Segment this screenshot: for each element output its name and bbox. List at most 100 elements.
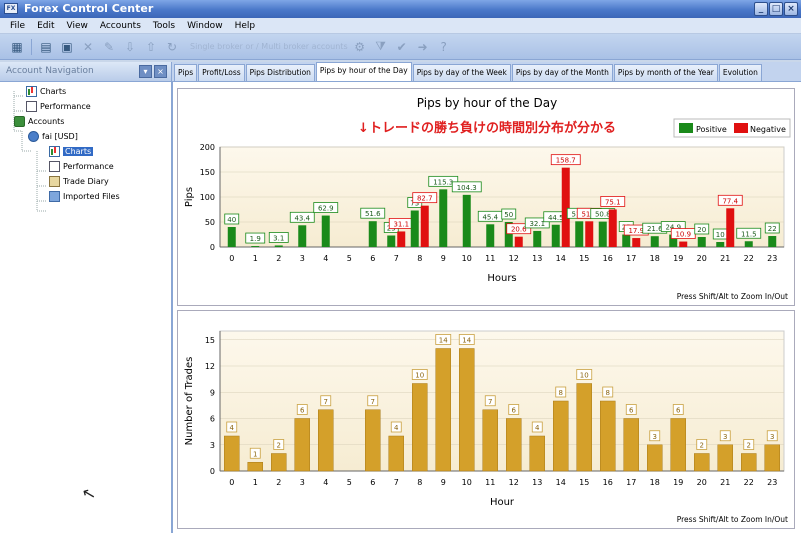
data-label: 4 (535, 424, 540, 432)
data-label: 2 (747, 442, 751, 450)
bar-trades (388, 435, 404, 472)
print-icon[interactable]: ▣ (58, 38, 76, 56)
data-label: 7 (324, 398, 328, 406)
tree-item-charts[interactable]: Charts (26, 84, 66, 98)
bar-trades (553, 400, 569, 472)
menu-view[interactable]: View (61, 21, 94, 31)
data-label-negative: 20.6 (511, 226, 527, 234)
bar-trades (529, 435, 545, 472)
x-tick-label: 11 (485, 478, 495, 487)
x-tick-label: 7 (394, 478, 399, 487)
bar-positive (551, 224, 560, 247)
pips-by-hour-chart[interactable]: Pips by hour of the Day ↓トレードの勝ち負けの時間別分布が… (177, 88, 795, 306)
sidebar-header: Account Navigation ▾ × (0, 62, 171, 82)
bar-trades (717, 444, 733, 472)
close-panel-icon[interactable]: × (154, 65, 167, 78)
tree-item-account-performance[interactable]: Performance (49, 159, 114, 173)
menu-window[interactable]: Window (181, 21, 229, 31)
bar-trades (294, 418, 310, 472)
legend-negative-swatch (734, 123, 748, 133)
arrow-icon[interactable]: ➜ (414, 38, 432, 56)
data-label: 6 (300, 407, 305, 415)
tab-pips-by-hour[interactable]: Pips by hour of the Day (315, 62, 412, 81)
maximize-button[interactable]: □ (769, 2, 783, 16)
tab-evolution[interactable]: Evolution (718, 64, 762, 81)
y-tick-label: 6 (210, 415, 215, 424)
bar-trades (247, 462, 263, 472)
tree-item-account-charts[interactable]: Charts (49, 144, 94, 158)
tree-item-accounts[interactable]: Accounts (14, 114, 64, 128)
tab-pips-by-day-of-week[interactable]: Pips by day of the Week (412, 64, 511, 81)
data-label-positive: 115.3 (433, 178, 453, 186)
title-bar: FX Forex Control Center _ □ × (0, 0, 801, 18)
menu-bar: File Edit View Accounts Tools Window Hel… (0, 18, 801, 34)
document-icon (49, 160, 60, 172)
bar-trades (482, 409, 498, 472)
files-icon (49, 190, 60, 202)
close-button[interactable]: × (784, 2, 798, 16)
pin-icon[interactable]: ▾ (139, 65, 152, 78)
x-tick-label: 7 (394, 254, 399, 263)
x-tick-label: 18 (650, 478, 660, 487)
bar-trades (670, 418, 686, 472)
x-tick-label: 19 (673, 254, 683, 263)
menu-accounts[interactable]: Accounts (94, 21, 147, 31)
tree-item-account-fai[interactable]: fai [USD] (28, 129, 78, 143)
x-tick-label: 14 (556, 254, 566, 263)
bar-negative (608, 209, 617, 247)
y-tick-label: 12 (205, 362, 215, 371)
refresh-icon[interactable]: ↻ (163, 38, 181, 56)
data-label-positive: 104.3 (457, 184, 477, 192)
bar-trades (576, 383, 592, 472)
data-label: 8 (559, 389, 563, 397)
help-icon[interactable]: ? (435, 38, 453, 56)
bar-positive (368, 221, 377, 247)
data-label: 14 (439, 337, 448, 345)
menu-tools[interactable]: Tools (147, 21, 181, 31)
x-tick-label: 13 (532, 478, 542, 487)
tab-pips-distribution[interactable]: Pips Distribution (245, 64, 315, 81)
import-icon[interactable]: ⇩ (121, 38, 139, 56)
menu-help[interactable]: Help (229, 21, 262, 31)
x-tick-label: 20 (697, 254, 707, 263)
account-icon (28, 130, 39, 142)
tab-pips-by-month-of-year[interactable]: Pips by month of the Year (613, 64, 718, 81)
bar-trades (506, 418, 522, 472)
minimize-button[interactable]: _ (754, 2, 768, 16)
delete-icon[interactable]: ✕ (79, 38, 97, 56)
x-tick-label: 20 (697, 478, 707, 487)
settings-icon[interactable]: ⚙ (351, 38, 369, 56)
y-tick-label: 0 (210, 243, 215, 252)
grid-icon[interactable]: ▤ (37, 38, 55, 56)
layout-icon[interactable]: ▦ (8, 38, 26, 56)
tree-item-trade-diary[interactable]: Trade Diary (49, 174, 109, 188)
data-label-positive: 3.1 (273, 234, 284, 242)
menu-file[interactable]: File (4, 21, 31, 31)
export-icon[interactable]: ⇧ (142, 38, 160, 56)
check-icon[interactable]: ✔ (393, 38, 411, 56)
data-label-negative: 31.1 (393, 220, 409, 228)
bar-positive (598, 221, 607, 247)
tab-pips-by-day-of-month[interactable]: Pips by day of the Month (511, 64, 613, 81)
data-label: 1 (253, 450, 257, 458)
x-tick-label: 1 (253, 254, 258, 263)
tab-profit-loss[interactable]: Profit/Loss (198, 64, 245, 81)
tree-item-performance[interactable]: Performance (26, 99, 91, 113)
tree-item-imported-files[interactable]: Imported Files (49, 189, 120, 203)
x-tick-label: 4 (323, 478, 328, 487)
tab-pips[interactable]: Pips (174, 64, 198, 81)
filter-icon[interactable]: ⧩ (372, 38, 390, 56)
data-label-negative: 77.4 (722, 197, 738, 205)
trades-by-hour-chart[interactable]: 0 3 6 9 12 15 Number of Trades Hour 0 4 1 1 2 2 3 6 4 7 5 6… (177, 310, 795, 529)
bar-trades (741, 453, 757, 472)
bar-trades (647, 444, 663, 472)
x-tick-label: 0 (229, 478, 234, 487)
app-icon: FX (4, 3, 18, 14)
data-label: 8 (606, 389, 610, 397)
edit-icon[interactable]: ✎ (100, 38, 118, 56)
x-tick-label: 22 (744, 254, 754, 263)
bar-trades (224, 435, 240, 472)
x-tick-label: 15 (579, 254, 589, 263)
accounts-folder-icon (14, 115, 25, 127)
menu-edit[interactable]: Edit (31, 21, 60, 31)
